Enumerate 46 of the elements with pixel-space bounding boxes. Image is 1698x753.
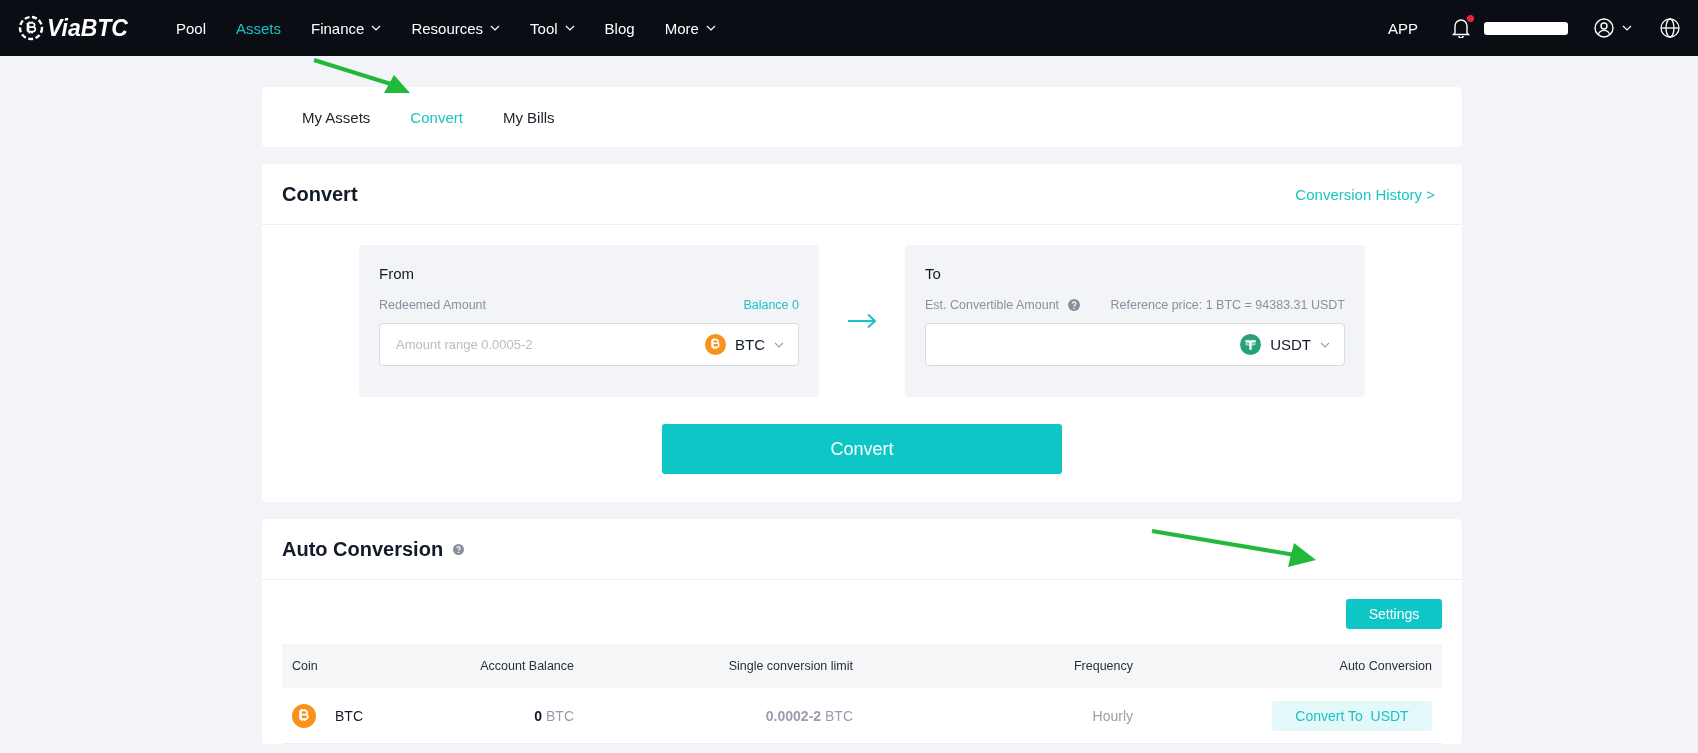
arrow-right-icon	[847, 313, 877, 329]
logo[interactable]: ViaBTC	[18, 14, 128, 42]
help-icon[interactable]	[453, 543, 465, 555]
tab[interactable]: My Assets	[302, 108, 371, 126]
reference-price: Reference price: 1 BTC = 94383.31 USDT	[1110, 298, 1345, 312]
amount-input-field[interactable]: Amount range 0.0005-2 BTC	[379, 323, 799, 366]
section-title: Convert	[282, 182, 358, 206]
coin-selector[interactable]: BTC	[693, 334, 798, 355]
logo-text: ViaBTC	[47, 14, 128, 42]
panel-label: To	[925, 265, 942, 282]
table-cell-text: 0 BTC	[533, 707, 574, 724]
nav-link[interactable]: Finance	[311, 19, 382, 37]
table-cell-text: 0.0002-2 BTC	[764, 707, 853, 724]
globe-icon[interactable]	[1660, 18, 1680, 38]
chevron-down-icon	[1622, 25, 1632, 31]
tether-icon	[1240, 334, 1262, 355]
help-icon[interactable]	[1068, 299, 1081, 311]
panel-label: From	[379, 265, 415, 282]
column-header: Coin	[292, 659, 319, 673]
table-cell-text: Hourly	[1091, 707, 1133, 724]
bitcoin-icon	[705, 334, 726, 355]
nav-link[interactable]: Blog	[604, 19, 635, 37]
logo-icon	[18, 15, 44, 41]
nav-link[interactable]: More	[664, 19, 716, 37]
coin-name: BTC	[335, 707, 363, 724]
column-header: Auto Conversion	[1338, 659, 1432, 673]
field-label: Redeemed Amount	[379, 298, 486, 312]
nav-link[interactable]: Tool	[530, 19, 575, 37]
bell-icon[interactable]	[1452, 18, 1470, 38]
field-label: Est. Convertible Amount	[925, 298, 1060, 312]
nav-link[interactable]: Pool	[175, 19, 206, 37]
nav-link[interactable]: Assets	[236, 19, 281, 37]
user-icon[interactable]	[1594, 18, 1614, 38]
coin-selector[interactable]: USDT	[1228, 334, 1344, 355]
column-header: Single conversion limit	[727, 659, 853, 673]
converted-amount-field[interactable]: USDT	[925, 323, 1345, 366]
tab[interactable]: My Bills	[502, 108, 555, 126]
app-link[interactable]: APP	[1388, 19, 1418, 37]
section-title: Auto Conversion	[282, 537, 444, 561]
bitcoin-icon	[292, 703, 316, 728]
chevron-down-icon	[1320, 341, 1330, 348]
column-header: Frequency	[1072, 659, 1133, 673]
nav-link[interactable]: Resources	[411, 19, 501, 37]
balance-text: Balance 0	[743, 298, 799, 312]
chevron-down-icon	[774, 341, 784, 348]
column-header: Account Balance	[479, 659, 574, 673]
